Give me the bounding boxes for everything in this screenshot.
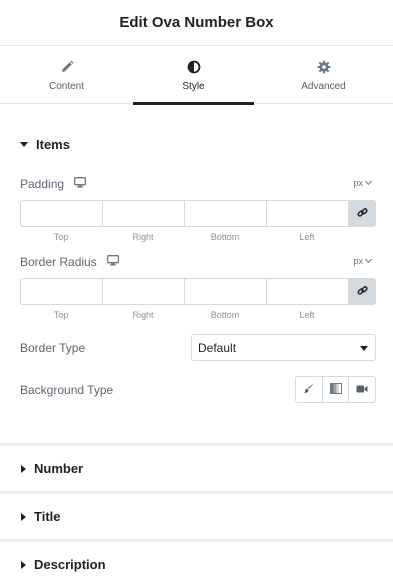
- section-number-label: Number: [34, 461, 84, 476]
- border-radius-bottom-input[interactable]: [184, 278, 266, 305]
- half-circle-icon: [187, 60, 201, 74]
- panel-title: Edit Ova Number Box: [119, 14, 274, 31]
- chevron-down-icon: [364, 255, 373, 264]
- border-radius-right-input[interactable]: [102, 278, 184, 305]
- padding-dimensions: [20, 200, 376, 227]
- link-icon: [356, 205, 368, 223]
- tab-bar: Content Style Advanced: [0, 47, 393, 105]
- padding-label: Padding: [20, 177, 65, 191]
- gear-icon: [317, 60, 331, 74]
- background-type-choices: [295, 376, 376, 403]
- border-radius-unit: px: [353, 256, 363, 266]
- section-items-label: Items: [36, 137, 70, 152]
- tab-advanced[interactable]: Advanced: [254, 47, 393, 104]
- section-number-header[interactable]: Number: [20, 461, 83, 476]
- border-radius-control-label: Border Radius: [20, 255, 119, 269]
- side-label-left: Left: [299, 232, 315, 242]
- caret-down-icon: [360, 346, 368, 351]
- caret-right-icon: [21, 464, 26, 473]
- background-type-control-label: Background Type: [20, 383, 113, 397]
- panel-header: Edit Ova Number Box: [0, 0, 393, 46]
- padding-top-input[interactable]: [20, 200, 102, 227]
- tab-advanced-label: Advanced: [301, 81, 346, 92]
- side-label-bottom: Bottom: [210, 310, 240, 320]
- caret-right-icon: [21, 560, 26, 569]
- border-type-value: Default: [198, 340, 237, 355]
- background-gradient-choice[interactable]: [321, 377, 349, 402]
- padding-unit-select[interactable]: px: [353, 177, 373, 188]
- section-title-header[interactable]: Title: [20, 509, 61, 524]
- padding-side-labels: Top Right Bottom Left: [20, 232, 348, 242]
- border-radius-top-input[interactable]: [20, 278, 102, 305]
- side-label-bottom: Bottom: [210, 232, 240, 242]
- caret-right-icon: [21, 512, 26, 521]
- pencil-icon: [60, 60, 74, 74]
- background-classic-choice[interactable]: [296, 377, 322, 402]
- background-video-choice[interactable]: [348, 377, 375, 402]
- link-icon: [356, 283, 368, 301]
- tab-content-label: Content: [48, 81, 85, 92]
- desktop-icon[interactable]: [74, 177, 86, 191]
- caret-down-icon: [20, 142, 28, 147]
- border-radius-left-input[interactable]: [266, 278, 348, 305]
- active-tab-indicator: [133, 102, 254, 105]
- side-label-left: Left: [299, 310, 315, 320]
- side-label-right: Right: [132, 232, 154, 242]
- tab-style[interactable]: Style: [133, 47, 254, 105]
- border-radius-unit-select[interactable]: px: [353, 255, 373, 266]
- side-label-top: Top: [53, 310, 69, 320]
- section-title-label: Title: [34, 509, 61, 524]
- padding-right-input[interactable]: [102, 200, 184, 227]
- section-divider: [0, 539, 393, 542]
- tab-style-label: Style: [182, 81, 205, 92]
- border-radius-label: Border Radius: [20, 255, 97, 269]
- side-label-right: Right: [132, 310, 154, 320]
- padding-left-input[interactable]: [266, 200, 348, 227]
- desktop-icon[interactable]: [106, 255, 119, 269]
- section-description-header[interactable]: Description: [20, 557, 106, 572]
- tab-content[interactable]: Content: [0, 47, 133, 104]
- border-radius-dimensions: [20, 278, 376, 305]
- padding-link-button[interactable]: [348, 200, 376, 227]
- gradient-icon: [329, 381, 342, 399]
- padding-control-label: Padding: [20, 177, 86, 191]
- border-radius-side-labels: Top Right Bottom Left: [20, 310, 348, 320]
- section-items-header[interactable]: Items: [20, 137, 70, 152]
- border-type-control-label: Border Type: [20, 341, 85, 355]
- section-description-label: Description: [34, 557, 106, 572]
- chevron-down-icon: [364, 177, 373, 186]
- section-divider: [0, 491, 393, 494]
- background-type-label: Background Type: [20, 383, 114, 397]
- padding-bottom-input[interactable]: [184, 200, 266, 227]
- border-type-select[interactable]: Default: [191, 334, 376, 361]
- padding-unit: px: [353, 178, 363, 188]
- brush-icon: [303, 381, 315, 399]
- side-label-top: Top: [53, 232, 69, 242]
- border-type-label: Border Type: [20, 341, 86, 355]
- section-divider: [0, 443, 393, 446]
- video-icon: [356, 381, 368, 399]
- border-radius-link-button[interactable]: [348, 278, 376, 305]
